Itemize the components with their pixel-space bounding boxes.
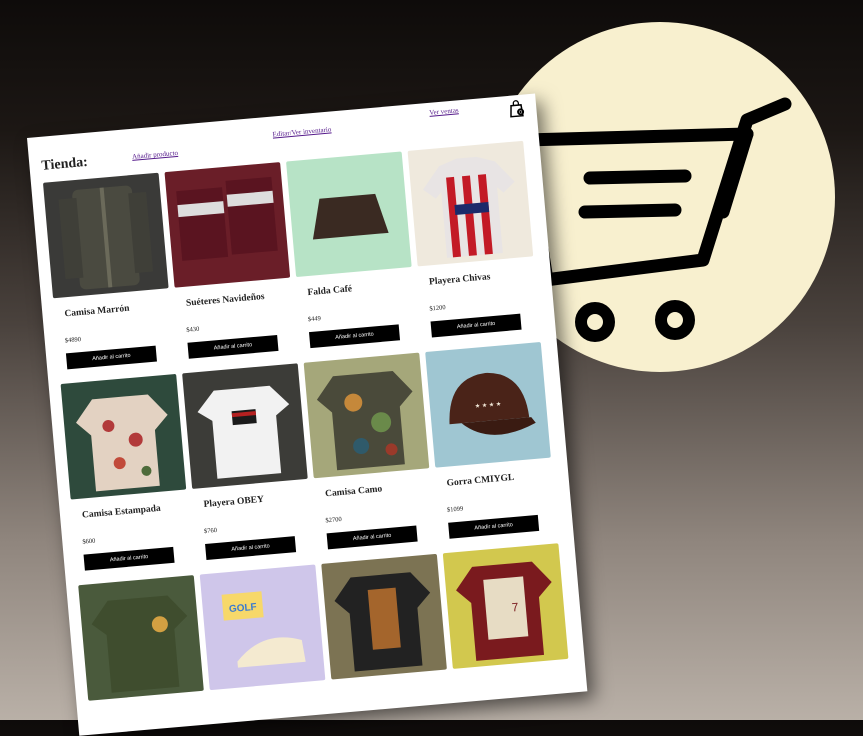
product-price: $430 [186, 325, 200, 334]
product-card: Camisa Estampada $600 Añadir al carrito [60, 373, 187, 571]
product-price: $2700 [325, 516, 343, 525]
add-to-cart-button[interactable]: Añadir al carrito [308, 324, 401, 349]
product-image[interactable]: GOLF [199, 564, 326, 691]
product-name: Gorra CMIYGL [446, 472, 515, 489]
product-name: Playera Chivas [428, 272, 491, 288]
product-image[interactable] [321, 553, 447, 680]
product-card: Playera Chivas $1200 Añadir al carrito [407, 140, 534, 338]
product-name: Playera OBEY [203, 494, 265, 510]
add-to-cart-button[interactable]: Añadir al carrito [430, 313, 522, 338]
product-image[interactable] [78, 575, 204, 701]
product-image[interactable] [42, 172, 169, 299]
add-to-cart-button[interactable]: Añadir al carrito [65, 345, 157, 370]
page-title: Tienda: [40, 154, 89, 174]
view-sales-link[interactable]: Ver ventas [429, 106, 459, 117]
product-card: 7 [442, 543, 569, 669]
add-to-cart-button[interactable]: Añadir al carrito [448, 514, 540, 539]
product-card: Camisa Marrón $4890 Añadir al carrito [42, 172, 169, 370]
add-to-cart-button[interactable]: Añadir al carrito [187, 334, 279, 359]
product-price: $760 [203, 526, 218, 536]
product-image[interactable] [303, 352, 430, 479]
edit-inventory-link[interactable]: Editar/Ver inventario [272, 125, 331, 138]
product-name: Camisa Camo [324, 484, 383, 500]
product-card [321, 553, 447, 680]
product-price: $4890 [64, 336, 82, 345]
product-card: Camisa Camo $2700 Añadir al carrito [303, 352, 430, 550]
product-name: Falda Café [307, 284, 353, 299]
product-price: $1200 [429, 304, 446, 313]
product-image[interactable] [407, 140, 534, 267]
product-image[interactable] [286, 151, 412, 278]
product-image[interactable] [60, 373, 187, 500]
product-name: Camisa Estampada [81, 503, 162, 521]
shopping-bag-icon[interactable]: 0 [508, 99, 526, 118]
product-name: Suéteres Navideños [185, 291, 265, 309]
product-card: Suéteres Navideños $430 Añadir al carrit… [164, 162, 291, 359]
store-page-screenshot: Tienda: Añadir producto Editar/Ver inven… [27, 93, 588, 736]
product-card: Playera OBEY $760 Añadir al carrito [182, 363, 308, 560]
product-price: $600 [82, 537, 96, 546]
product-price: $1099 [446, 505, 464, 514]
add-to-cart-button[interactable]: Añadir al carrito [83, 546, 175, 571]
add-product-link[interactable]: Añadir producto [132, 149, 179, 161]
product-image[interactable] [164, 162, 291, 288]
product-price: $449 [307, 315, 322, 324]
product-card: ★ ★ ★ ★ Gorra CMIYGL $1099 Añadir al car… [425, 342, 551, 539]
product-image[interactable]: 7 [442, 543, 569, 669]
product-card: Falda Café $449 Añadir al carrito [286, 151, 412, 349]
add-to-cart-button[interactable]: Añadir al carrito [326, 525, 418, 550]
product-card [78, 575, 204, 701]
product-card: GOLF [199, 564, 326, 691]
product-image[interactable]: ★ ★ ★ ★ [425, 342, 551, 468]
product-image[interactable] [182, 363, 308, 489]
add-to-cart-button[interactable]: Añadir al carrito [205, 536, 297, 560]
product-name: Camisa Marrón [64, 303, 130, 320]
